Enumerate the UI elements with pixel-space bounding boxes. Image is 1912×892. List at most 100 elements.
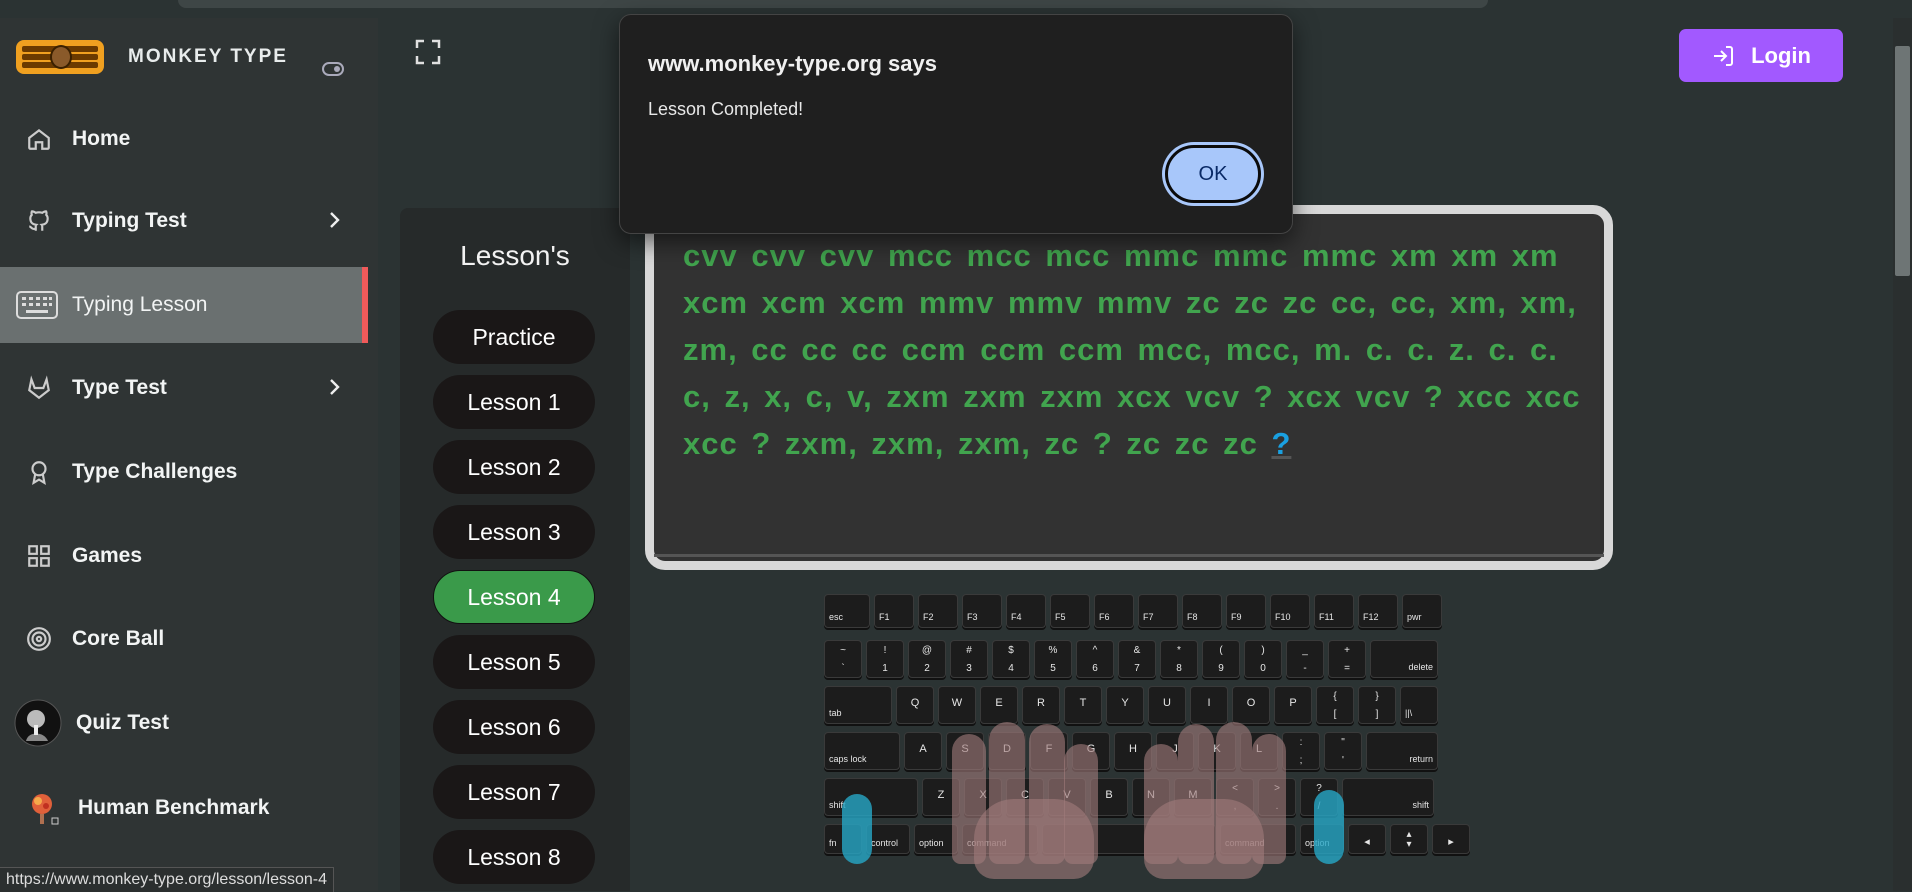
key: F9 — [1226, 594, 1266, 628]
sidebar-item-label: Home — [72, 127, 131, 150]
lesson-button-7[interactable]: Lesson 7 — [433, 765, 595, 819]
key: F8 — [1182, 594, 1222, 628]
key: F7 — [1138, 594, 1178, 628]
award-icon — [22, 455, 56, 489]
key: ▴ ▾ — [1390, 824, 1428, 854]
theme-toggle[interactable] — [322, 62, 344, 76]
sidebar-item-type-challenges[interactable]: Type Challenges — [0, 434, 368, 510]
key: F10 — [1270, 594, 1310, 628]
key: delete — [1370, 640, 1438, 678]
key: ◂ — [1348, 824, 1386, 854]
sidebar-item-label: Typing Lesson — [72, 293, 208, 316]
key: #3 — [950, 640, 988, 678]
sidebar-item-label: Type Test — [72, 376, 167, 399]
key: pwr — [1402, 594, 1442, 628]
lesson-button-4[interactable]: Lesson 4 — [433, 570, 595, 624]
key: ▸ — [1432, 824, 1470, 854]
keyboard-icon — [16, 288, 58, 322]
sidebar-item-label: Human Benchmark — [78, 796, 270, 819]
virtual-keyboard: esc F1 F2 F3 F4 F5 F6 F7 F8 F9 F10 F11 F12 pwr ~ `! 1 @2 #… — [824, 594, 1470, 879]
key: ^ 6 — [1076, 640, 1114, 678]
gitlab-icon — [22, 371, 56, 405]
key: esc — [824, 594, 870, 628]
key: {[ — [1316, 686, 1354, 724]
grid-icon — [22, 539, 56, 573]
key: shift — [1342, 778, 1434, 816]
lesson-button-3[interactable]: Lesson 3 — [433, 505, 595, 559]
sidebar-item-label: Quiz Test — [76, 711, 169, 734]
lesson-button-8[interactable]: Lesson 8 — [433, 830, 595, 884]
sidebar-item-human-benchmark[interactable]: Human Benchmark — [0, 770, 368, 846]
key: F1 — [874, 594, 914, 628]
target-icon — [22, 622, 56, 656]
key: ) 0 — [1244, 640, 1282, 678]
login-icon — [1714, 45, 1734, 66]
lesson-button-1[interactable]: Lesson 1 — [433, 375, 595, 429]
key: F4 — [1006, 594, 1046, 628]
current-char: ? — [1271, 426, 1292, 461]
key: F5 — [1050, 594, 1090, 628]
lesson-button-6[interactable]: Lesson 6 — [433, 700, 595, 754]
lesson-button-2[interactable]: Lesson 2 — [433, 440, 595, 494]
brain-icon — [20, 791, 64, 825]
sidebar-item-games[interactable]: Games — [0, 518, 368, 594]
hand-overlay — [1144, 799, 1264, 879]
hand-overlay — [974, 799, 1094, 879]
login-label: Login — [1751, 42, 1811, 68]
key: * 8 — [1160, 640, 1198, 678]
key: tab — [824, 686, 892, 724]
key: :; — [1282, 732, 1320, 770]
key: A — [904, 732, 942, 770]
sidebar-item-label: Type Challenges — [72, 460, 238, 483]
chevron-right-icon — [328, 209, 342, 236]
lesson-list-heading: Lesson's — [460, 240, 570, 271]
key: U — [1148, 686, 1186, 724]
address-bar-edge — [178, 0, 1488, 8]
monkey-keyboard-logo-icon — [16, 40, 104, 74]
brand-name: MONKEY TYPE — [128, 46, 288, 67]
alert-dialog: www.monkey-type.org says Lesson Complete… — [619, 14, 1293, 234]
quiz-avatar-icon — [14, 699, 62, 747]
key: O — [1232, 686, 1270, 724]
finger-highlight — [842, 794, 872, 864]
dialog-title: www.monkey-type.org says — [648, 51, 937, 76]
key: I — [1190, 686, 1228, 724]
login-button[interactable]: Login — [1679, 29, 1843, 82]
finger-highlight — [1314, 790, 1344, 864]
key: return — [1366, 732, 1438, 770]
key: F3 — [962, 594, 1002, 628]
sidebar-item-typing-lesson[interactable]: Typing Lesson — [0, 267, 368, 343]
sidebar-item-label: Core Ball — [72, 627, 165, 650]
key: @2 — [908, 640, 946, 678]
scrollbar-thumb[interactable] — [1895, 46, 1910, 276]
key: & 7 — [1118, 640, 1156, 678]
key: F12 — [1358, 594, 1398, 628]
sidebar: MONKEY TYPE Home Typing Test Typing Less… — [0, 18, 378, 891]
key: ! 1 — [866, 640, 904, 678]
key: caps lock — [824, 732, 900, 770]
sidebar-item-home[interactable]: Home — [0, 101, 368, 177]
sidebar-item-type-test[interactable]: Type Test — [0, 350, 368, 426]
sidebar-item-label: Games — [72, 544, 143, 567]
key: T — [1064, 686, 1102, 724]
key: F2 — [918, 594, 958, 628]
chevron-right-icon — [328, 376, 342, 403]
key: ||\ — [1400, 686, 1438, 724]
key: + = — [1328, 640, 1366, 678]
key: R — [1022, 686, 1060, 724]
sidebar-item-quiz-test[interactable]: Quiz Test — [0, 685, 368, 761]
fullscreen-icon[interactable] — [414, 38, 442, 66]
key: }] — [1358, 686, 1396, 724]
sidebar-item-typing-test[interactable]: Typing Test — [0, 183, 368, 259]
key: Y — [1106, 686, 1144, 724]
sidebar-item-core-ball[interactable]: Core Ball — [0, 601, 368, 677]
lesson-button-5[interactable]: Lesson 5 — [433, 635, 595, 689]
brand-logo-link[interactable] — [16, 40, 104, 74]
key: ~ ` — [824, 640, 862, 678]
typed-text: cvv cvv cvv mcc mcc mcc mmc mmc mmc xm x… — [683, 238, 1581, 461]
ok-button[interactable]: OK — [1165, 145, 1261, 203]
dialog-message: Lesson Completed! — [648, 99, 804, 119]
key: control — [866, 824, 910, 854]
lesson-button-practice[interactable]: Practice — [433, 310, 595, 364]
key: _ - — [1286, 640, 1324, 678]
